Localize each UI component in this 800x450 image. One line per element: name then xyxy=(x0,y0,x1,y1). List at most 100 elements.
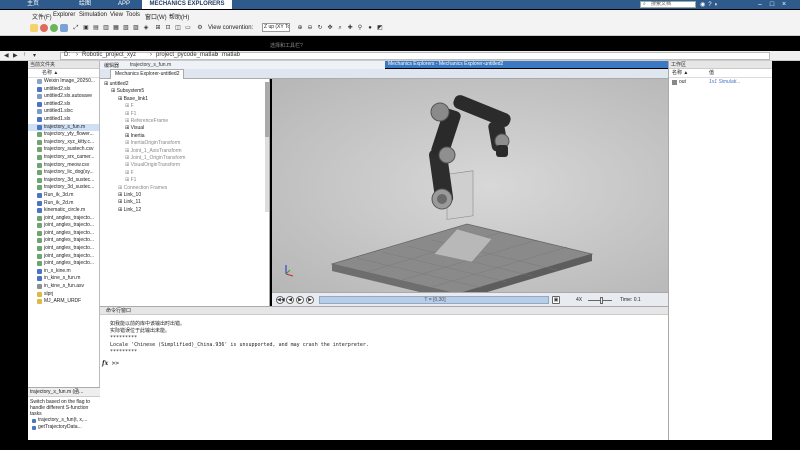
tab-plots[interactable]: 绘图 xyxy=(70,0,100,9)
tab-mechanics-explorers[interactable]: MECHANICS EXPLORERS xyxy=(142,0,232,9)
tree-node[interactable]: ⊞ Link_10 xyxy=(118,192,141,198)
tree-node[interactable]: ⊞ Subsystem5 xyxy=(111,88,144,94)
file-item[interactable]: joint_angles_trajecto... xyxy=(28,260,99,268)
tree-node[interactable]: ⊞ untitled2 xyxy=(104,81,129,87)
tree-node[interactable]: ⊞ Base_link1 xyxy=(118,96,148,102)
file-item[interactable]: joint_angles_trajecto... xyxy=(28,230,99,238)
top-view-icon[interactable]: ▧ xyxy=(122,24,130,32)
3d-viewport[interactable] xyxy=(272,79,668,292)
timeline-bar[interactable]: T = [0,30] xyxy=(319,296,549,304)
tree-node[interactable]: ⊞ VisualOriginTransform xyxy=(125,162,180,168)
editor-label[interactable]: 编辑器 xyxy=(104,62,119,69)
forward-icon[interactable]: ▶ xyxy=(13,52,18,59)
right-view-icon[interactable]: ▦ xyxy=(112,24,120,32)
tree-node[interactable]: ⊞ F1 xyxy=(125,111,136,117)
tree-node[interactable]: ⊞ F1 xyxy=(125,177,136,183)
zoom-in-icon[interactable]: ⊕ xyxy=(296,24,304,32)
rotate-icon[interactable]: ↻ xyxy=(316,24,324,32)
file-item[interactable]: untitled1.slxc xyxy=(28,108,99,116)
editor-file-tab[interactable]: trajectory_s_fun.m xyxy=(130,62,171,68)
file-item[interactable]: trajectory_xyz_kitty.c... xyxy=(28,139,99,147)
path-folder-2[interactable]: project_pycode_matlab xyxy=(156,52,218,58)
file-item[interactable]: joint_angles_trajecto... xyxy=(28,222,99,230)
file-item[interactable]: trajectory_lic_dog(sy... xyxy=(28,169,99,177)
file-item[interactable]: untitled2.slx.autosave xyxy=(28,93,99,101)
search-input[interactable]: ⌕ 搜索文档 xyxy=(640,1,696,8)
tree-node[interactable]: ⊞ F xyxy=(125,103,134,109)
stop-icon[interactable] xyxy=(40,24,48,32)
file-item[interactable]: joint_angles_trajecto... xyxy=(28,215,99,223)
tree-node[interactable]: ⊞ Connection Frames xyxy=(118,185,167,191)
back-view-icon[interactable]: ▤ xyxy=(92,24,100,32)
speed-slider-knob[interactable] xyxy=(600,297,603,304)
zoom-box-icon[interactable]: ⌕ xyxy=(336,24,344,32)
rewind-icon[interactable]: ◀◀ xyxy=(276,296,285,304)
sphere-icon[interactable]: ● xyxy=(366,24,374,32)
open-icon[interactable] xyxy=(30,24,38,32)
grid-icon[interactable]: ⊞ xyxy=(154,24,162,32)
tree-node[interactable]: ⊞ Joint_1_OriginTransform xyxy=(125,155,185,161)
column-name-header[interactable]: 名称 ▲ xyxy=(28,69,99,78)
file-item[interactable]: in_kine_s_fun.m xyxy=(28,275,99,283)
measure-icon[interactable]: ⚲ xyxy=(356,24,364,32)
file-item[interactable]: Run_ik_3d.m xyxy=(28,192,99,200)
menu-window[interactable]: 窗口(W) xyxy=(145,12,167,21)
file-item[interactable]: trajectory_3d_sustec... xyxy=(28,177,99,185)
file-item[interactable]: trajectory_3d_sustec... xyxy=(28,184,99,192)
maximize-icon[interactable]: □ xyxy=(767,0,777,9)
path-folder-3[interactable]: matlab xyxy=(222,52,240,58)
file-item[interactable]: trajectory_meow.csv xyxy=(28,162,99,170)
fit-view-icon[interactable]: ⤢ xyxy=(72,24,80,32)
tree-node[interactable]: ⊞ Link_11 xyxy=(118,199,141,205)
file-item[interactable]: untitled2.slx xyxy=(28,86,99,94)
close-icon[interactable]: × xyxy=(779,0,789,9)
play-icon[interactable]: ▶ xyxy=(296,296,304,304)
file-item[interactable]: trajectory_s_fun.m xyxy=(28,123,99,132)
front-view-icon[interactable]: ▣ xyxy=(82,24,90,32)
command-prompt[interactable]: fx >> xyxy=(102,360,119,367)
tree-node[interactable]: ⊞ F xyxy=(125,170,134,176)
menu-explorer[interactable]: Explorer xyxy=(53,12,75,18)
file-item[interactable]: in_x_kine.m xyxy=(28,268,99,276)
step-forward-icon[interactable]: ▶ xyxy=(306,296,314,304)
tree-node[interactable]: ⊞ InertiaOriginTransform xyxy=(125,140,180,146)
back-icon[interactable]: ◀ xyxy=(4,52,9,59)
community-icon[interactable]: ◐ xyxy=(715,2,719,8)
tree-node[interactable]: ⊞ Inertia xyxy=(125,133,145,139)
file-item[interactable]: trajectory_sustech.csv xyxy=(28,146,99,154)
file-item[interactable]: slprj xyxy=(28,291,99,299)
tree-node[interactable]: ⊞ ReferenceFrame xyxy=(125,118,168,124)
detail-function-item[interactable]: trajectory_s_fun(t, x,... xyxy=(28,417,100,424)
mechanics-explorer-tab[interactable]: Mechanics Explorer-untitled2 xyxy=(110,69,185,79)
tree-node[interactable]: ⊞ Visual xyxy=(125,125,144,131)
menu-view[interactable]: View xyxy=(110,12,123,18)
step-back-icon[interactable]: ◀ xyxy=(286,296,294,304)
file-item[interactable]: Run_ik_2d.m xyxy=(28,200,99,208)
menu-tools[interactable]: Tools xyxy=(126,12,140,18)
tab-app[interactable]: APP xyxy=(110,0,138,9)
file-item[interactable]: MJ_ARM_URDF xyxy=(28,298,99,306)
file-item[interactable]: trajectory_srx_camer... xyxy=(28,154,99,162)
tree-node[interactable]: ⊞ Link_12 xyxy=(118,207,141,213)
detail-function-item[interactable]: getTrajectoryData... xyxy=(28,424,100,431)
menu-help[interactable]: 帮助(H) xyxy=(169,12,189,21)
file-item[interactable]: untitled1.slx xyxy=(28,116,99,124)
pause-icon[interactable] xyxy=(60,24,68,32)
run-icon[interactable] xyxy=(50,24,58,32)
path-drive[interactable]: D: xyxy=(64,52,70,58)
iso-view-icon[interactable]: ◈ xyxy=(142,24,150,32)
file-item[interactable]: kinematic_circle.m xyxy=(28,207,99,215)
workspace-col-name[interactable]: 名称 ▲ xyxy=(672,69,688,78)
file-item[interactable]: joint_angles_trajecto... xyxy=(28,237,99,245)
file-item[interactable]: untitled2.slx xyxy=(28,101,99,109)
file-item[interactable]: joint_angles_trajecto... xyxy=(28,245,99,253)
command-window[interactable]: 命令行窗口 如我能以前的库中该输出时出错。 实际错误位于此输出未能。 *******… xyxy=(100,306,668,440)
details-tab[interactable]: trajectory_s_fun.m (函... xyxy=(28,388,100,397)
pan-icon[interactable]: ✥ xyxy=(326,24,334,32)
settings-icon[interactable]: ⚙ xyxy=(196,24,204,32)
layout-icon[interactable]: ▭ xyxy=(184,24,192,32)
view-convention-select[interactable]: Z up (XY Top) xyxy=(262,23,290,32)
menu-simulation[interactable]: Simulation xyxy=(79,12,107,18)
tree-node[interactable]: ⊞ Joint_1_AxisTransform xyxy=(125,148,182,154)
help-icon[interactable]: ? xyxy=(708,2,711,8)
